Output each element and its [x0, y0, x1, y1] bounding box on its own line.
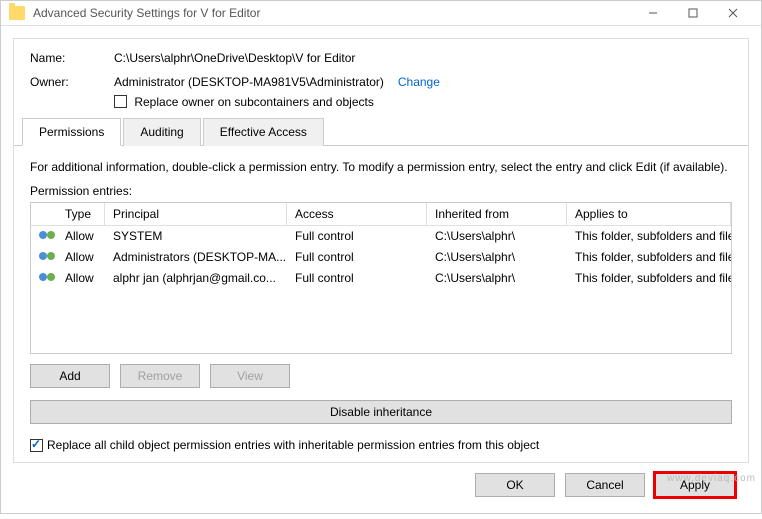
people-icon — [39, 250, 57, 262]
col-inherited[interactable]: Inherited from — [427, 203, 567, 225]
col-type[interactable]: Type — [57, 203, 105, 225]
security-settings-window: Advanced Security Settings for V for Edi… — [0, 0, 762, 514]
footer: OK Cancel Apply — [13, 463, 749, 507]
col-principal[interactable]: Principal — [105, 203, 287, 225]
change-owner-link[interactable]: Change — [398, 75, 440, 89]
ok-button[interactable]: OK — [475, 473, 555, 497]
owner-value: Administrator (DESKTOP-MA981V5\Administr… — [114, 75, 384, 89]
name-label: Name: — [30, 51, 114, 65]
view-button[interactable]: View — [210, 364, 290, 388]
disable-inheritance-button[interactable]: Disable inheritance — [30, 400, 732, 424]
titlebar: Advanced Security Settings for V for Edi… — [1, 1, 761, 26]
tab-effective-access[interactable]: Effective Access — [203, 118, 324, 146]
table-row[interactable]: Allow SYSTEM Full control C:\Users\alphr… — [31, 226, 731, 247]
people-icon — [39, 271, 57, 283]
tab-auditing[interactable]: Auditing — [123, 118, 200, 146]
maximize-button[interactable] — [673, 1, 713, 25]
people-icon — [39, 229, 57, 241]
permission-grid: Type Principal Access Inherited from App… — [30, 202, 732, 354]
watermark: www.deviaq.com — [667, 473, 756, 484]
col-access[interactable]: Access — [287, 203, 427, 225]
add-button[interactable]: Add — [30, 364, 110, 388]
table-row[interactable]: Allow Administrators (DESKTOP-MA... Full… — [31, 247, 731, 268]
minimize-button[interactable] — [633, 1, 673, 25]
table-row[interactable]: Allow alphr jan (alphrjan@gmail.co... Fu… — [31, 268, 731, 289]
replace-owner-label: Replace owner on subcontainers and objec… — [134, 95, 373, 109]
window-title: Advanced Security Settings for V for Edi… — [33, 6, 633, 20]
grid-header: Type Principal Access Inherited from App… — [31, 203, 731, 226]
info-text: For additional information, double-click… — [30, 160, 732, 174]
tab-permissions[interactable]: Permissions — [22, 118, 121, 146]
close-button[interactable] — [713, 1, 753, 25]
folder-icon — [9, 6, 25, 20]
replace-entries-label: Replace all child object permission entr… — [47, 438, 539, 452]
owner-label: Owner: — [30, 75, 114, 89]
cancel-button[interactable]: Cancel — [565, 473, 645, 497]
remove-button[interactable]: Remove — [120, 364, 200, 388]
name-value: C:\Users\alphr\OneDrive\Desktop\V for Ed… — [114, 51, 355, 65]
tabs: Permissions Auditing Effective Access — [14, 117, 748, 146]
replace-owner-checkbox[interactable] — [114, 95, 127, 108]
col-applies[interactable]: Applies to — [567, 203, 731, 225]
replace-entries-checkbox[interactable] — [30, 439, 43, 452]
entries-label: Permission entries: — [30, 184, 732, 198]
